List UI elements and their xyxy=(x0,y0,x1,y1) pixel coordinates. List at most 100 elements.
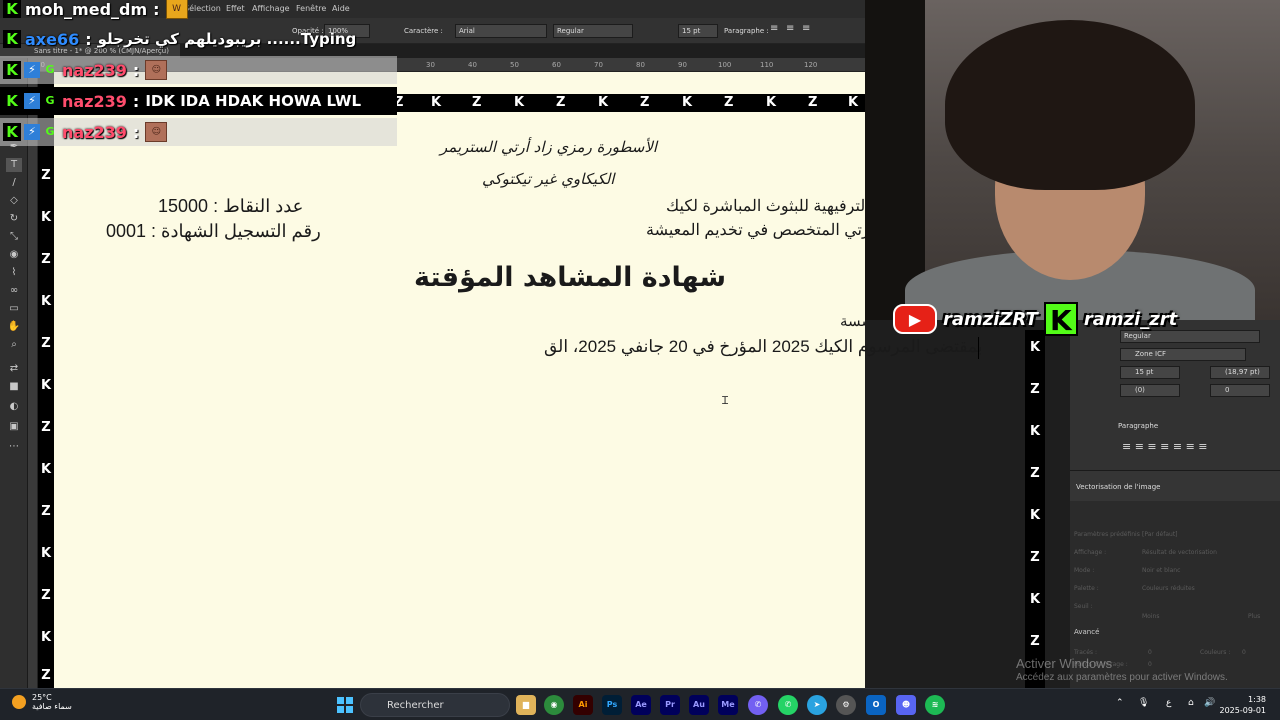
props-leading-field[interactable]: (18,97 pt) xyxy=(1210,366,1270,379)
menu-selection[interactable]: Sélection xyxy=(184,4,221,13)
shape-builder-icon[interactable]: ◉ xyxy=(6,248,22,262)
ruler-left xyxy=(28,72,38,688)
align-right-icon[interactable]: ≡ xyxy=(802,23,810,34)
tray-overflow-icon[interactable]: ⌃ xyxy=(1116,698,1124,708)
paragraphe-label[interactable]: Paragraphe : xyxy=(724,27,769,35)
system-clock[interactable]: 1:38 2025-09-01 xyxy=(1220,694,1267,716)
eraser-tool-icon[interactable]: ◇ xyxy=(6,194,22,208)
telegram-icon[interactable]: ➤ xyxy=(807,695,827,715)
illustrator-app-icon[interactable]: Ai xyxy=(573,695,593,715)
taskbar-search[interactable]: Rechercher xyxy=(360,693,510,717)
chrome-icon[interactable]: ◉ xyxy=(544,695,564,715)
input-language[interactable]: ع xyxy=(1166,698,1171,708)
windows-taskbar: 25°C سماء صافية ⌕ Rechercher ▆ ◉ Ai Ps A… xyxy=(0,688,1280,720)
font-size-field[interactable]: 15 pt xyxy=(678,24,718,38)
body-line-2[interactable]: بمقتضى المرسوم الكيك 2025 المؤرخ في 20 ج… xyxy=(544,337,982,357)
windows-start-icon[interactable] xyxy=(337,697,353,713)
sun-icon xyxy=(12,695,26,709)
font-style-select[interactable]: Regular xyxy=(553,24,633,38)
socials-banner: ▶ ramziZRT K ramzi_zrt xyxy=(893,300,1183,338)
props-tracking-a-field[interactable]: (0) xyxy=(1120,384,1180,397)
chat-username: naz239 xyxy=(62,122,127,142)
props-zone-select[interactable]: Zone ICF xyxy=(1120,348,1246,361)
microphone-icon[interactable]: 🎙 xyxy=(1138,698,1149,708)
after-effects-app-icon[interactable]: Ae xyxy=(631,695,651,715)
more-tools-icon[interactable]: ⋯ xyxy=(6,440,22,454)
seuil-max-label: Plus xyxy=(1248,613,1261,620)
slogan-line-1[interactable]: الأسطورة رمزي زاد أرتي الستريمر xyxy=(440,138,657,156)
weather-temp: 25°C xyxy=(32,693,52,702)
chat-message: K ⚡ G naz239 : ☺ xyxy=(0,56,397,84)
ruler-tick: 110 xyxy=(760,61,774,69)
header-right-line-2[interactable]: رتي المتخصص في تخديم المعيشة xyxy=(646,220,865,240)
gift-badge-icon: G xyxy=(45,94,55,107)
ruler-tick: 30 xyxy=(426,61,435,69)
kick-badge-icon: K xyxy=(3,92,21,110)
menu-effet[interactable]: Effet xyxy=(226,4,245,13)
paragraph-align-buttons-icon[interactable]: ≡ ≡ ≡ ≡ ≡ ≡ ≡ xyxy=(1122,440,1208,453)
volume-icon[interactable]: 🔊 xyxy=(1204,698,1215,708)
gift-badge-icon: G xyxy=(45,125,55,138)
network-icon[interactable]: ⌂ xyxy=(1188,698,1194,708)
font-family-select[interactable]: Arial xyxy=(455,24,547,38)
audition-app-icon[interactable]: Au xyxy=(689,695,709,715)
streamer-hair xyxy=(945,20,1195,190)
media-encoder-app-icon[interactable]: Me xyxy=(718,695,738,715)
trace-view-select[interactable]: Résultat de vectorisation xyxy=(1142,549,1217,556)
subscriber-badge-icon: ⚡ xyxy=(24,62,40,78)
premiere-app-icon[interactable]: Pr xyxy=(660,695,680,715)
certificate-title[interactable]: شهادة المشاهد المؤقتة xyxy=(414,262,726,293)
screen-mode-icon[interactable]: ▣ xyxy=(6,420,22,434)
props-paragraphe-heading: Paragraphe xyxy=(1118,422,1159,430)
registration-label[interactable]: رقم التسجيل الشهادة : 0001 xyxy=(106,221,321,242)
draw-mode-icon[interactable]: ◐ xyxy=(6,400,22,414)
chat-username: moh_med_dm xyxy=(25,0,148,19)
blend-tool-icon[interactable]: ∞ xyxy=(6,284,22,298)
whatsapp-icon[interactable]: ✆ xyxy=(778,695,798,715)
gift-badge-icon: G xyxy=(45,63,55,76)
kick-logo-icon: K xyxy=(1043,302,1078,337)
scale-tool-icon[interactable]: ⤡ xyxy=(6,230,22,244)
artboard-tool-icon[interactable]: ▭ xyxy=(6,302,22,316)
certificate-page[interactable]: الأسطورة رمزي زاد أرتي الستريمر الكيكاوي… xyxy=(54,72,865,688)
line-tool-icon[interactable]: / xyxy=(6,176,22,190)
points-label[interactable]: عدد النقاط : 15000 xyxy=(158,196,303,217)
settings-app-icon[interactable]: ⚙ xyxy=(836,695,856,715)
slogan-line-2[interactable]: الكيكاوي غير تيكتوكي xyxy=(482,170,614,188)
align-left-icon[interactable]: ≡ xyxy=(770,23,778,34)
kick-badge-icon: K xyxy=(3,30,21,48)
trace-preset-select[interactable]: [Par défaut] xyxy=(1142,531,1178,538)
discord-icon[interactable]: ☻ xyxy=(896,695,916,715)
trace-palette-select[interactable]: Couleurs réduites xyxy=(1142,585,1195,592)
chat-text: بريبوديلهم كي تخرجلو ......Typing xyxy=(97,30,357,48)
outlook-icon[interactable]: O xyxy=(866,695,886,715)
caractere-label[interactable]: Caractère : xyxy=(404,27,443,35)
props-size-field[interactable]: 15 pt xyxy=(1120,366,1180,379)
photoshop-app-icon[interactable]: Ps xyxy=(602,695,622,715)
chat-emote-icon: ☺ xyxy=(145,122,168,142)
props-tracking-b-field[interactable]: 0 xyxy=(1210,384,1270,397)
rotate-tool-icon[interactable]: ↻ xyxy=(6,212,22,226)
fill-stroke-icon[interactable]: ■ xyxy=(6,380,22,394)
hand-tool-icon[interactable]: ✋ xyxy=(6,320,22,334)
header-right-line-1[interactable]: الترفيهية للبثوث المباشرة لكيك xyxy=(666,196,865,216)
menu-aide[interactable]: Aide xyxy=(332,4,350,13)
menu-affichage[interactable]: Affichage xyxy=(252,4,290,13)
viber-icon[interactable]: ✆ xyxy=(748,695,768,715)
menu-fenetre[interactable]: Fenêtre xyxy=(296,4,326,13)
swap-colors-icon[interactable]: ⇄ xyxy=(6,362,22,376)
zoom-tool-icon[interactable]: ⌕ xyxy=(6,338,22,352)
trace-advanced-toggle[interactable]: Avancé xyxy=(1074,628,1099,636)
kick-badge-icon: K xyxy=(3,0,21,18)
spotify-icon[interactable]: ≋ xyxy=(925,695,945,715)
body-line-1[interactable]: مؤسسة xyxy=(840,312,865,330)
artboard-canvas[interactable]: Z K Z K Z K Z K Z K Z K Z الأسطورة رمزي … xyxy=(38,72,865,688)
subscriber-badge-icon: ⚡ xyxy=(24,93,40,109)
file-explorer-icon[interactable]: ▆ xyxy=(516,695,536,715)
eyedropper-tool-icon[interactable]: ⌇ xyxy=(6,266,22,280)
chat-username: axe66 xyxy=(25,29,80,49)
trace-mode-select[interactable]: Noir et blanc xyxy=(1142,567,1180,574)
align-center-icon[interactable]: ≡ xyxy=(786,23,794,34)
weather-widget[interactable]: 25°C سماء صافية xyxy=(12,693,72,711)
type-tool-icon[interactable]: T xyxy=(6,158,22,172)
